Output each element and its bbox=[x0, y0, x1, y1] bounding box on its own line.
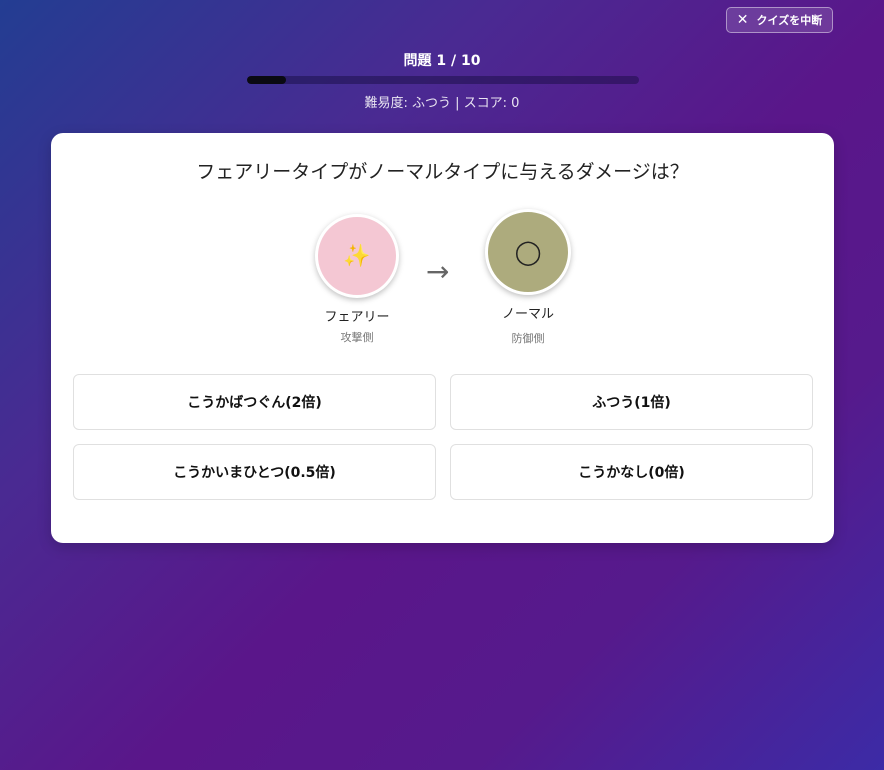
circle-icon: ◯ bbox=[485, 209, 571, 295]
sparkles-icon: ✨ bbox=[315, 214, 399, 298]
attacker-type: ✨ フェアリー 攻撃側 bbox=[307, 214, 407, 345]
progress-bar-fill bbox=[247, 76, 287, 84]
question-text: フェアリータイプがノーマルタイプに与えるダメージは？ bbox=[196, 161, 689, 183]
progress-label: 問題 1 / 10 bbox=[403, 53, 481, 69]
arrow-right-icon: → bbox=[426, 255, 450, 288]
answer-button-no-effect[interactable]: こうかなし(0倍) bbox=[450, 444, 813, 500]
defender-role-label: 防御側 bbox=[511, 332, 545, 345]
question-card: フェアリータイプがノーマルタイプに与えるダメージは？ ✨ フェアリー 攻撃側 →… bbox=[51, 133, 834, 543]
answer-button-super-effective[interactable]: こうかばつぐん(2倍) bbox=[73, 374, 436, 430]
close-icon: ✕ bbox=[736, 12, 749, 28]
attacker-type-name: フェアリー bbox=[324, 310, 390, 325]
answer-button-not-very-effective[interactable]: こうかいまひとつ(0.5倍) bbox=[73, 444, 436, 500]
attacker-role-label: 攻撃側 bbox=[340, 331, 374, 344]
answer-button-normal[interactable]: ふつう(1倍) bbox=[450, 374, 813, 430]
defender-type-name: ノーマル bbox=[501, 307, 554, 322]
quit-quiz-button[interactable]: ✕ クイズを中断 bbox=[726, 7, 833, 33]
difficulty-score-text: 難易度: ふつう | スコア: 0 bbox=[364, 96, 520, 111]
progress-bar bbox=[247, 76, 639, 84]
defender-type: ◯ ノーマル 防御側 bbox=[478, 209, 578, 346]
quit-quiz-label: クイズを中断 bbox=[756, 14, 823, 27]
